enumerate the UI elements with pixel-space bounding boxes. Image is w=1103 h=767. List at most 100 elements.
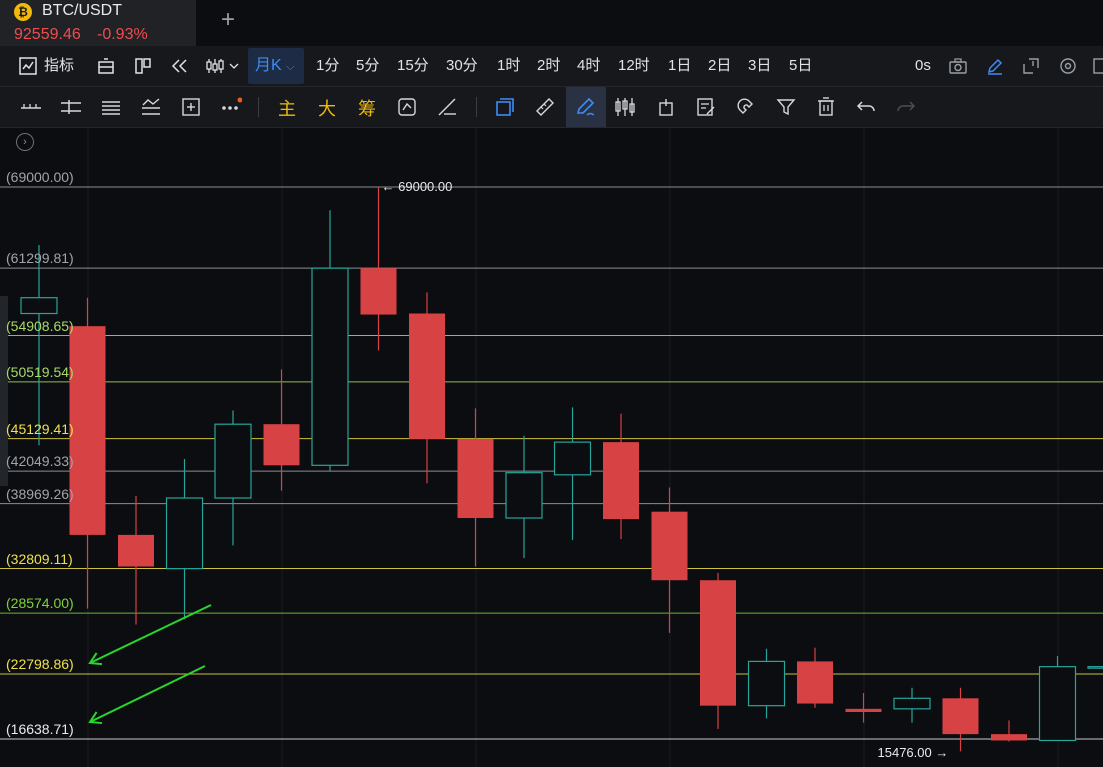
price-level-label: (45129.41) xyxy=(6,420,74,437)
chart-type-candle-icon[interactable] xyxy=(205,56,239,76)
period-monthly-selected[interactable]: 月K ⌵ xyxy=(248,48,304,84)
tab-price: 92559.46 xyxy=(14,26,81,43)
period-1d[interactable]: 1日 xyxy=(668,46,691,86)
drawing-toolbar: 主 大 筹 xyxy=(0,87,1103,128)
more-icon[interactable] xyxy=(1092,56,1103,76)
candle-body xyxy=(20,297,58,315)
copy-drawing-icon[interactable] xyxy=(494,96,516,118)
split-view-icon[interactable] xyxy=(133,56,153,76)
price-level-label: (69000.00) xyxy=(6,169,74,185)
period-12h[interactable]: 12时 xyxy=(618,46,650,86)
expand-panel-icon[interactable]: › xyxy=(16,133,34,151)
low-price-label: 15476.00 → xyxy=(878,745,949,760)
measure-icon[interactable] xyxy=(436,96,458,118)
redo-icon[interactable] xyxy=(895,96,917,118)
horizontal-ray-icon[interactable] xyxy=(60,96,82,118)
parallel-channel-icon[interactable] xyxy=(100,96,122,118)
price-level-label: (38969.26) xyxy=(6,485,74,502)
period-2h[interactable]: 2时 xyxy=(537,46,560,86)
price-level-label: (28574.00) xyxy=(6,595,74,612)
note-edit-icon[interactable] xyxy=(695,96,717,118)
candle-body xyxy=(1038,666,1077,742)
price-level-label: (50519.54) xyxy=(6,363,74,380)
tab-bar: ₿ BTC/USDT 92559.46 -0.93% + xyxy=(0,0,1103,46)
candle-body xyxy=(165,497,204,570)
period-1m[interactable]: 1分 xyxy=(316,46,339,86)
price-level-label: (32809.11) xyxy=(6,550,73,567)
candle-body xyxy=(700,580,736,706)
tab-change: -0.93% xyxy=(97,26,148,43)
price-level-label: (42049.33) xyxy=(6,453,74,470)
add-drawing-icon[interactable] xyxy=(180,96,202,118)
pencil-edit-icon[interactable] xyxy=(575,96,597,118)
undo-icon[interactable] xyxy=(855,96,877,118)
period-1h[interactable]: 1时 xyxy=(497,46,520,86)
price-level-label: (54908.65) xyxy=(6,317,74,334)
settings-icon[interactable] xyxy=(1058,56,1078,76)
left-arrow-icon: ← xyxy=(381,179,399,194)
period-3d[interactable]: 3日 xyxy=(748,46,771,86)
more-tools-icon[interactable] xyxy=(220,96,242,118)
candlestick-chart[interactable]: › (69000.00) (61299.81) (54908.65) (50519.5… xyxy=(0,128,1103,767)
candle-body xyxy=(409,313,445,439)
candle-body xyxy=(505,472,543,519)
candle-body xyxy=(311,267,349,466)
lock-drawing-icon[interactable] xyxy=(655,96,677,118)
candle-body xyxy=(263,424,300,466)
candle-body xyxy=(797,661,833,704)
rewind-icon[interactable] xyxy=(170,56,190,76)
candle-body xyxy=(893,697,931,710)
trend-angle-icon[interactable] xyxy=(140,96,162,118)
candle-body xyxy=(360,268,397,315)
symbol-tab[interactable]: ₿ BTC/USDT 92559.46 -0.93% xyxy=(0,0,196,46)
candle-body xyxy=(457,438,494,519)
trash-icon[interactable] xyxy=(815,96,837,118)
countdown-timer: 0s xyxy=(915,57,931,74)
right-arrow-icon: → xyxy=(931,745,949,761)
pen-draw-icon[interactable] xyxy=(985,56,1005,76)
candle-pattern-icon[interactable] xyxy=(614,96,636,118)
bitcoin-icon: ₿ xyxy=(14,3,32,21)
period-5m[interactable]: 5分 xyxy=(356,46,379,86)
horizontal-line-icon[interactable] xyxy=(20,96,42,118)
candle-body xyxy=(942,698,979,735)
period-2d[interactable]: 2日 xyxy=(708,46,731,86)
tab-symbol: BTC/USDT xyxy=(42,2,122,19)
magnet-icon[interactable] xyxy=(735,96,757,118)
chip-distribution-button[interactable]: 筹 xyxy=(358,95,376,121)
main-indicator-button[interactable]: 主 xyxy=(278,95,296,121)
period-30m[interactable]: 30分 xyxy=(446,46,478,86)
ruler-icon[interactable] xyxy=(534,96,556,118)
indicator-chart-icon[interactable] xyxy=(18,56,38,76)
toolbar-divider xyxy=(258,97,259,117)
candle-body xyxy=(651,511,688,581)
replay-icon[interactable] xyxy=(396,96,418,118)
popout-window-icon[interactable] xyxy=(1021,56,1041,76)
high-price-value: 69000.00 xyxy=(398,179,453,194)
camera-icon[interactable] xyxy=(948,56,968,76)
candle-body xyxy=(845,708,882,712)
candle-body xyxy=(603,442,639,520)
price-level-label: (22798.86) xyxy=(6,656,74,673)
price-level-label: (61299.81) xyxy=(6,250,74,267)
annotation-arrow xyxy=(89,604,212,664)
period-toolbar: 指标 月K ⌵ 1分 5分 15分 30分 1时 2时 4时 12时 1日 2日… xyxy=(0,46,1103,87)
layout-icon[interactable] xyxy=(96,56,116,76)
big-order-button[interactable]: 大 xyxy=(318,95,336,121)
candle-body xyxy=(747,660,786,707)
low-price-value: 15476.00 xyxy=(877,745,932,761)
period-5d[interactable]: 5日 xyxy=(789,46,812,86)
add-tab-button[interactable]: + xyxy=(216,6,240,34)
price-level-label: (16638.71) xyxy=(6,721,74,737)
chart-canvas xyxy=(0,128,1103,767)
candle-body xyxy=(69,326,106,535)
filter-icon[interactable] xyxy=(775,96,797,118)
period-4h[interactable]: 4时 xyxy=(577,46,600,86)
period-15m[interactable]: 15分 xyxy=(397,46,429,86)
high-price-label: ← 69000.00 xyxy=(382,179,453,194)
candle-body xyxy=(118,534,154,567)
period-monthly-label: 月K xyxy=(255,57,282,74)
candle-body xyxy=(991,734,1027,741)
indicators-button[interactable]: 指标 xyxy=(44,46,74,86)
candle-body xyxy=(553,441,592,476)
